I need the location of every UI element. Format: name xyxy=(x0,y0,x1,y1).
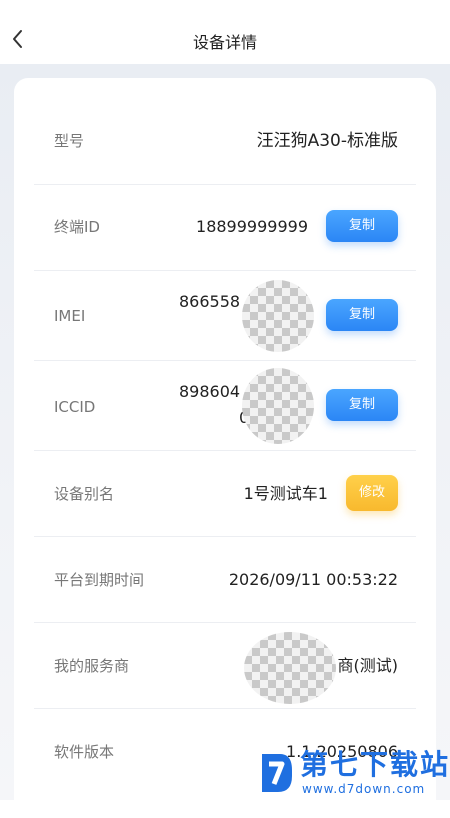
expire-value: 2026/09/11 00:53:22 xyxy=(228,570,398,589)
model-value: 汪汪狗A30-标准版 xyxy=(256,131,398,151)
model-label: 型号 xyxy=(54,132,85,150)
terminal-id-value: 18899999999 xyxy=(196,217,308,236)
app-header: 设备详情 xyxy=(0,0,450,64)
copy-iccid-button[interactable]: 复制 xyxy=(326,389,398,421)
privacy-mask xyxy=(242,280,314,352)
imei-label: IMEI xyxy=(54,307,86,325)
alias-value: 1号测试车1 xyxy=(243,484,328,503)
copy-imei-button[interactable]: 复制 xyxy=(326,299,398,331)
row-iccid: ICCID 898604 0 复制 xyxy=(34,360,416,451)
edit-alias-button[interactable]: 修改 xyxy=(346,475,398,511)
iccid-label: ICCID xyxy=(54,398,96,416)
page-title: 设备详情 xyxy=(192,33,257,52)
privacy-mask xyxy=(244,632,336,704)
privacy-mask xyxy=(242,368,314,444)
expire-label: 平台到期时间 xyxy=(54,571,145,589)
site-watermark: 第七下载站 www.d7down.com xyxy=(250,748,448,798)
row-expire-time: 平台到期时间 2026/09/11 00:53:22 xyxy=(34,536,416,623)
row-model: 型号 汪汪狗A30-标准版 xyxy=(34,98,416,185)
watermark-brand: 第七下载站 xyxy=(300,748,450,781)
row-alias: 设备别名 1号测试车1 修改 xyxy=(34,450,416,537)
provider-value: 商(测试) xyxy=(337,656,399,675)
iccid-value-line1: 898604 xyxy=(179,382,241,401)
row-service-provider: 我的服务商 商(测试) xyxy=(34,622,416,709)
d7-logo-icon xyxy=(262,754,292,792)
provider-label: 我的服务商 xyxy=(54,657,130,675)
watermark-url: www.d7down.com xyxy=(302,782,426,796)
copy-terminal-id-button[interactable]: 复制 xyxy=(326,210,398,242)
row-imei: IMEI 866558 复制 xyxy=(34,270,416,361)
row-terminal-id: 终端ID 18899999999 复制 xyxy=(34,184,416,271)
alias-label: 设备别名 xyxy=(54,485,115,503)
terminal-id-label: 终端ID xyxy=(54,218,100,236)
version-label: 软件版本 xyxy=(54,743,115,761)
imei-value-line1: 866558 xyxy=(179,292,241,311)
